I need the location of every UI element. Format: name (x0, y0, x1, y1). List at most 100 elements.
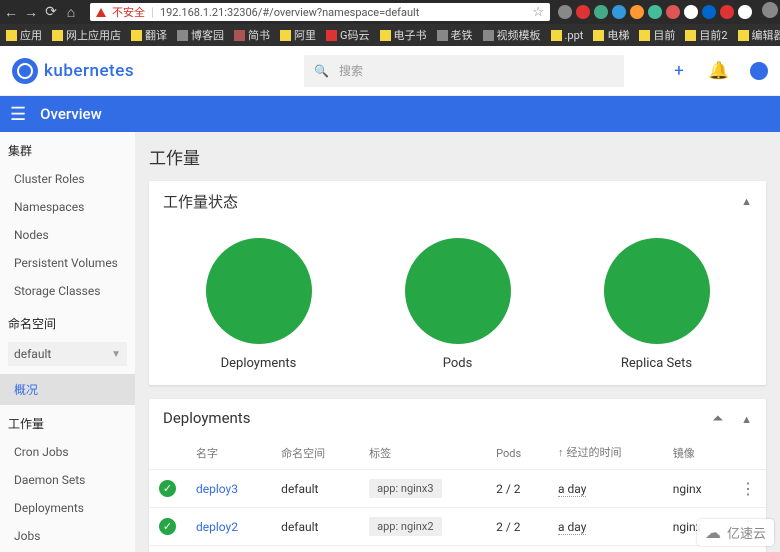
sidebar-item[interactable]: Cluster Roles (0, 165, 135, 193)
extension-icon[interactable] (666, 5, 680, 19)
app-topbar: kubernetes 🔍 搜索 + 🔔 (0, 46, 780, 96)
bookmark-item[interactable]: 阿里 (280, 27, 316, 43)
extension-icon[interactable] (684, 5, 698, 19)
watermark: ☁ 亿速云 (697, 519, 774, 546)
warning-icon (96, 8, 106, 17)
pie-chart-icon (405, 238, 511, 344)
col-labels[interactable]: 标签 (359, 437, 486, 470)
reload-icon[interactable]: ⟳ (44, 4, 58, 20)
bookmark-item[interactable]: 电梯 (593, 27, 629, 43)
sidebar-item[interactable]: Nodes (0, 221, 135, 249)
page-header-bar: ☰ Overview (0, 96, 780, 132)
url-bar[interactable]: 不安全 | 192.168.1.21:32306/#/overview?name… (90, 3, 550, 21)
browser-nav-bar: ← → ⟳ ⌂ 不安全 | 192.168.1.21:32306/#/overv… (0, 0, 780, 24)
deployments-table: 名字 命名空间 标签 Pods ↑经过的时间 镜像 ✓ deploy3 defaul… (149, 437, 766, 552)
content-area: 工作量 工作量状态 ▲ DeploymentsPodsReplica Sets … (135, 132, 780, 552)
namespace-select[interactable]: default ▼ (8, 342, 127, 366)
extension-icon[interactable] (720, 5, 734, 19)
label-chip: app: nginx2 (369, 517, 441, 536)
bookmark-item[interactable]: 翻译 (131, 27, 167, 43)
bookmark-item[interactable]: 电子书 (380, 27, 427, 43)
forward-icon[interactable]: → (24, 4, 38, 21)
extension-icon[interactable] (738, 5, 752, 19)
bookmark-item[interactable]: 博客园 (177, 27, 224, 43)
collapse-icon[interactable]: ▲ (741, 195, 752, 208)
profile-icon[interactable] (762, 2, 776, 22)
search-icon: 🔍 (314, 64, 329, 78)
url-text: 192.168.1.21:32306/#/overview?namespace=… (160, 6, 419, 19)
extension-icon[interactable] (702, 5, 716, 19)
bookmark-item[interactable]: 目前 (639, 27, 675, 43)
sidebar-workloads-head: 工作量 (0, 405, 135, 438)
deployment-link[interactable]: deploy2 (196, 520, 238, 534)
status-card-title: 工作量状态 (163, 191, 238, 212)
sidebar-cluster-head: 集群 (0, 132, 135, 165)
search-input[interactable]: 🔍 搜索 (304, 55, 624, 87)
bookmark-star-icon[interactable]: ☆ (532, 5, 544, 20)
col-age[interactable]: ↑经过的时间 (548, 437, 663, 470)
cell-age: a day (558, 520, 586, 535)
bookmark-item[interactable]: 目前2 (685, 27, 727, 43)
deployments-card-title: Deployments (163, 409, 250, 427)
menu-icon[interactable]: ☰ (10, 104, 26, 125)
status-ok-icon: ✓ (159, 480, 176, 497)
chart-label: Replica Sets (621, 356, 692, 371)
notifications-icon[interactable]: 🔔 (710, 62, 728, 80)
sidebar-item-overview[interactable]: 概况 (0, 374, 135, 405)
cell-image: nginx (663, 546, 730, 552)
extension-icon[interactable] (594, 5, 608, 19)
col-namespace[interactable]: 命名空间 (271, 437, 359, 470)
pie-chart-icon (604, 238, 710, 344)
row-menu-icon[interactable]: ⋮ (740, 479, 756, 498)
account-icon[interactable] (750, 62, 768, 80)
extension-icon[interactable] (558, 5, 572, 19)
col-images[interactable]: 镜像 (663, 437, 730, 470)
sidebar: 集群 Cluster RolesNamespacesNodesPersisten… (0, 132, 135, 552)
extension-icon[interactable] (612, 5, 626, 19)
deployment-link[interactable]: deploy3 (196, 482, 238, 496)
col-pods[interactable]: Pods (486, 437, 548, 470)
collapse-icon[interactable]: ▲ (741, 413, 752, 426)
bookmark-item[interactable]: 编辑器 (738, 27, 780, 43)
extension-icon[interactable] (648, 5, 662, 19)
cell-namespace: default (271, 546, 359, 552)
sidebar-item[interactable]: Jobs (0, 522, 135, 550)
bookmark-item[interactable]: 应用 (6, 27, 42, 43)
bookmark-item[interactable]: 简书 (234, 27, 270, 43)
sidebar-item[interactable]: Cron Jobs (0, 438, 135, 466)
watermark-text: 亿速云 (727, 523, 766, 542)
cell-namespace: default (271, 470, 359, 508)
extension-icon[interactable] (630, 5, 644, 19)
table-row: ✓deploy3defaultapp: nginx32 / 2a dayngin… (149, 470, 766, 508)
col-name[interactable]: 名字 (186, 437, 271, 470)
bookmark-item[interactable]: 视频模板 (483, 27, 541, 43)
chart-label: Pods (443, 356, 473, 371)
cell-image: nginx (663, 470, 730, 508)
home-icon[interactable]: ⌂ (64, 4, 78, 21)
workloads-title: 工作量 (149, 144, 766, 169)
cell-age: a day (558, 482, 586, 497)
sidebar-item[interactable]: Storage Classes (0, 277, 135, 305)
namespace-value: default (14, 347, 51, 361)
extension-icon[interactable] (576, 5, 590, 19)
cell-namespace: default (271, 508, 359, 546)
back-icon[interactable]: ← (4, 4, 18, 21)
bookmark-item[interactable]: G码云 (326, 27, 370, 43)
sidebar-item[interactable]: Daemon Sets (0, 466, 135, 494)
app-name: kubernetes (44, 61, 134, 81)
bookmarks-bar: 应用网上应用店翻译博客园简书阿里 G码云电子书老铁视频模板 .ppt 电梯目前目前2 编… (0, 24, 780, 46)
logo[interactable]: kubernetes (12, 58, 134, 84)
sidebar-item[interactable]: Deployments (0, 494, 135, 522)
create-icon[interactable]: + (670, 62, 688, 80)
sidebar-item[interactable]: Persistent Volumes (0, 249, 135, 277)
status-chart: Pods (405, 238, 511, 371)
sidebar-item[interactable]: Namespaces (0, 193, 135, 221)
status-chart: Deployments (206, 238, 312, 371)
security-label: 不安全 (112, 4, 145, 20)
status-ok-icon: ✓ (159, 518, 176, 535)
bookmark-item[interactable]: 网上应用店 (52, 27, 121, 43)
filter-icon[interactable]: ⏶ (712, 411, 723, 427)
cell-pods: 2 / 2 (486, 508, 548, 546)
bookmark-item[interactable]: 老铁 (437, 27, 473, 43)
bookmark-item[interactable]: .ppt (551, 29, 584, 42)
